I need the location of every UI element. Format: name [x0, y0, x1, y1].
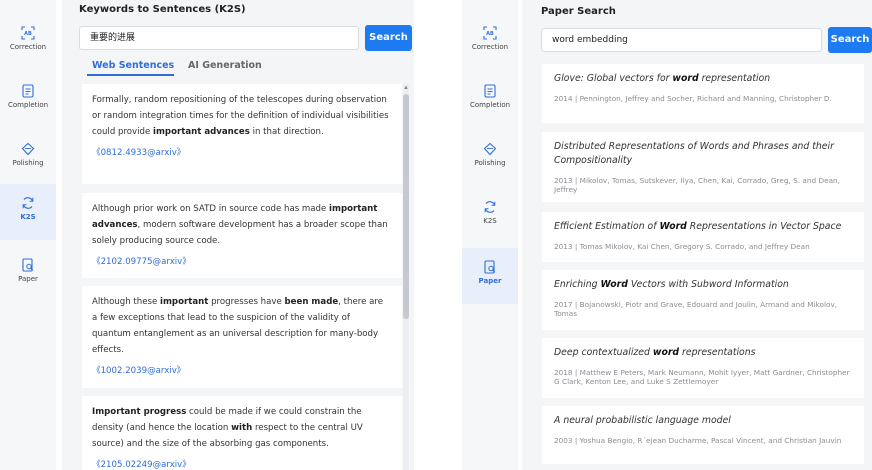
paper-result-card[interactable]: A neural probabilistic language model 20…	[542, 406, 864, 464]
paper-meta: 2018 | Matthew E Peters, Mark Neumann, M…	[554, 368, 850, 386]
paper-search-input[interactable]: word embedding	[541, 28, 822, 52]
sentence-source-link[interactable]: 《2105.02249@arxiv》	[92, 458, 390, 470]
nav-correction[interactable]: AB Correction	[462, 14, 518, 70]
nav-label-polishing: Polishing	[12, 159, 44, 167]
k2s-search-input[interactable]: 重要的进展	[79, 26, 359, 50]
sentence-card: Important progress could be made if we c…	[82, 396, 402, 470]
nav-label-correction: Correction	[471, 43, 509, 51]
scroll-up-arrow-icon[interactable]: ▲	[403, 84, 409, 92]
active-tab-indicator	[87, 74, 174, 76]
paper-search-button[interactable]: Search	[828, 27, 872, 53]
nav-k2s[interactable]: K2S	[0, 184, 56, 240]
k2s-search-button[interactable]: Search	[365, 25, 412, 51]
nav-label-paper: Paper	[18, 275, 38, 283]
paper-title[interactable]: Deep contextualized word representations	[554, 346, 852, 360]
page-title-k2s: Keywords to Sentences (K2S)	[79, 4, 246, 15]
refresh-icon	[22, 197, 34, 209]
sentence-text: Although these important progresses have…	[92, 297, 383, 355]
paper-result-card[interactable]: Distributed Representations of Words and…	[542, 132, 864, 202]
paper-title[interactable]: Enriching Word Vectors with Subword Info…	[554, 278, 852, 292]
nav-label-completion: Completion	[469, 101, 511, 109]
paper-result-card[interactable]: Deep contextualized word representations…	[542, 338, 864, 398]
nav-label-completion: Completion	[7, 101, 49, 109]
diamond-icon	[483, 142, 497, 156]
document-icon	[484, 84, 496, 98]
nav-label-k2s: K2S	[483, 217, 497, 225]
paper-search-icon	[22, 258, 34, 272]
paper-title[interactable]: Glove: Global vectors for word represent…	[554, 72, 852, 86]
ab-correction-icon: AB	[483, 26, 497, 40]
sentence-text: Although prior work on SATD in source co…	[92, 204, 388, 246]
paper-meta: 2003 | Yoshua Bengio, R´ejean Ducharme, …	[554, 436, 842, 445]
nav-completion[interactable]: Completion	[0, 72, 56, 128]
nav-polishing[interactable]: Polishing	[462, 130, 518, 186]
left-sidebar: AB Correction Completion Polishing K2S P…	[0, 0, 56, 470]
nav-label-polishing: Polishing	[474, 159, 506, 167]
svg-text:AB: AB	[24, 31, 32, 37]
paper-title[interactable]: A neural probabilistic language model	[554, 414, 852, 428]
paper-title[interactable]: Efficient Estimation of Word Representat…	[554, 220, 852, 234]
sentence-text: Important progress could be made if we c…	[92, 407, 363, 449]
tab-web-sentences[interactable]: Web Sentences	[92, 60, 174, 71]
nav-label-paper: Paper	[478, 277, 502, 285]
sentence-card: Although prior work on SATD in source co…	[82, 193, 402, 278]
svg-text:AB: AB	[486, 31, 494, 37]
paper-meta: 2014 | Pennington, Jeffrey and Socher, R…	[554, 94, 832, 103]
nav-completion[interactable]: Completion	[462, 72, 518, 128]
sentence-text: Formally, random repositioning of the te…	[92, 95, 389, 137]
paper-result-card[interactable]: Efficient Estimation of Word Representat…	[542, 212, 864, 262]
paper-search-icon	[484, 260, 496, 274]
nav-correction[interactable]: AB Correction	[0, 14, 56, 70]
nav-paper[interactable]: Paper	[462, 248, 518, 304]
right-sidebar: AB Correction Completion Polishing K2S P…	[462, 0, 518, 470]
paper-meta: 2013 | Tomas Mikolov, Kai Chen, Gregory …	[554, 242, 810, 251]
document-icon	[22, 84, 34, 98]
results-scrollbar[interactable]: ▲	[403, 84, 409, 470]
paper-result-card[interactable]: Enriching Word Vectors with Subword Info…	[542, 270, 864, 330]
sentence-source-link[interactable]: 《2102.09775@arxiv》	[92, 255, 390, 267]
diamond-icon	[21, 142, 35, 156]
nav-label-correction: Correction	[9, 43, 47, 51]
nav-k2s[interactable]: K2S	[462, 188, 518, 244]
sentence-source-link[interactable]: 《1002.2039@arxiv》	[92, 364, 390, 376]
paper-meta: 2017 | Bojanowski, Piotr and Grave, Edou…	[554, 300, 838, 318]
nav-label-k2s: K2S	[20, 213, 36, 221]
sentence-card: Although these important progresses have…	[82, 286, 402, 388]
nav-polishing[interactable]: Polishing	[0, 130, 56, 186]
scrollbar-thumb[interactable]	[403, 94, 409, 319]
sentence-card: Formally, random repositioning of the te…	[82, 84, 402, 184]
paper-result-card[interactable]: Glove: Global vectors for word represent…	[542, 64, 864, 123]
paper-title[interactable]: Distributed Representations of Words and…	[554, 140, 852, 168]
tab-ai-generation[interactable]: AI Generation	[188, 60, 262, 71]
nav-paper[interactable]: Paper	[0, 246, 56, 302]
paper-meta: 2013 | Mikolov, Tomas, Sutskever, Ilya, …	[554, 176, 840, 194]
sentence-source-link[interactable]: 《0812.4933@arxiv》	[92, 146, 390, 158]
ab-correction-icon: AB	[21, 26, 35, 40]
refresh-icon	[484, 201, 496, 213]
page-title-paper-search: Paper Search	[541, 6, 616, 17]
